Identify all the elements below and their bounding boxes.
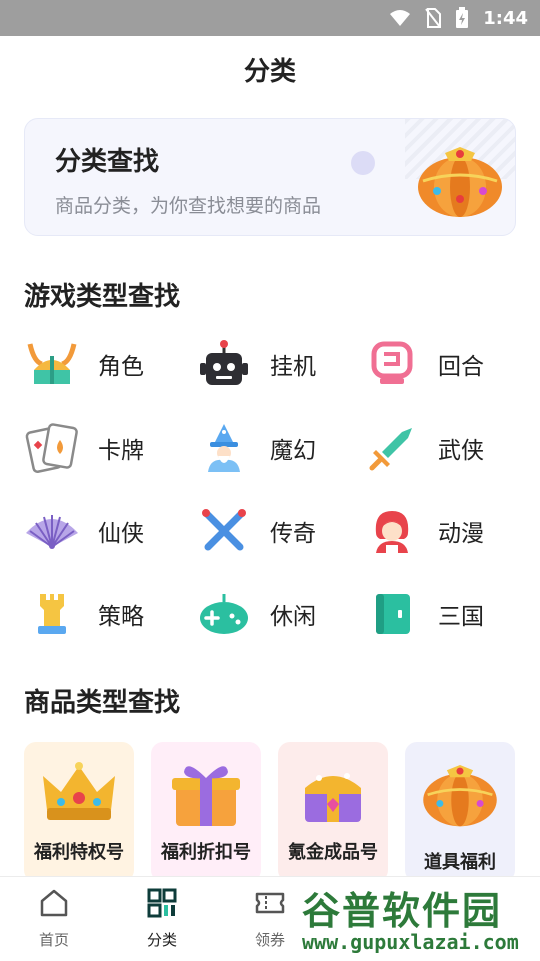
- viking-helmet-icon: [27, 343, 77, 384]
- status-time: 1:44: [483, 7, 528, 29]
- tab-label: 首页: [38, 931, 69, 949]
- watermark-title: 谷普软件园: [302, 889, 503, 933]
- turn-box-icon: [371, 341, 413, 384]
- game-type-item[interactable]: 仙侠: [24, 501, 184, 561]
- game-type-label: 角色: [98, 354, 144, 380]
- banner-title: 分类查找: [55, 147, 160, 177]
- game-type-label: 休闲: [270, 604, 316, 630]
- goods-type-label: 福利特权号: [34, 842, 124, 863]
- goods-type-card[interactable]: 福利特权号: [24, 742, 134, 882]
- anime-girl-icon: [375, 511, 409, 553]
- game-type-item[interactable]: 角色: [24, 334, 184, 394]
- goods-type-card[interactable]: 氪金成品号: [278, 742, 388, 882]
- pumpkin-icon: [418, 147, 502, 217]
- game-type-item[interactable]: 三国: [364, 584, 524, 644]
- coupon-icon: [255, 892, 285, 914]
- gamepad-icon: [200, 594, 248, 634]
- banner-subtitle: 商品分类，为你查找想要的商品: [55, 195, 322, 217]
- game-type-label: 挂机: [270, 354, 316, 380]
- tab-label: 分类: [146, 931, 177, 949]
- game-type-label: 回合: [438, 354, 484, 380]
- sword-icon: [369, 428, 412, 471]
- crown-icon: [43, 762, 115, 820]
- game-type-item[interactable]: 传奇: [196, 501, 356, 561]
- game-type-label: 魔幻: [270, 438, 316, 464]
- robot-icon: [200, 340, 248, 385]
- pumpkin-icon: [423, 765, 497, 827]
- game-type-label: 三国: [438, 604, 484, 630]
- game-type-item[interactable]: 休闲: [196, 584, 356, 644]
- no-sim-icon: [425, 8, 442, 28]
- status-bar: 1:44: [0, 0, 540, 36]
- game-type-item[interactable]: 卡牌: [24, 418, 184, 478]
- game-type-label: 传奇: [270, 521, 316, 547]
- tab-home[interactable]: 首页: [0, 877, 108, 961]
- banner-dot-decoration: [351, 151, 375, 175]
- game-type-label: 策略: [98, 604, 144, 630]
- goods-type-card[interactable]: 道具福利: [405, 742, 515, 882]
- goods-type-label: 氪金成品号: [288, 842, 378, 863]
- home-icon: [40, 889, 68, 917]
- folding-fan-icon: [26, 515, 78, 549]
- crossed-swords-icon: [202, 509, 246, 551]
- page-title: 分类: [243, 56, 296, 87]
- game-type-item[interactable]: 挂机: [196, 334, 356, 394]
- game-type-item[interactable]: 武侠: [364, 418, 524, 478]
- goods-type-cards: 福利特权号 福利折扣号 氪金成品号 道具福利: [24, 742, 524, 882]
- goods-type-label: 福利折扣号: [161, 842, 251, 863]
- wifi-icon: [390, 10, 411, 26]
- game-type-label: 卡牌: [98, 438, 144, 464]
- watermark-url: www.gupuxlazai.com: [302, 930, 519, 954]
- book-icon: [376, 594, 410, 634]
- goods-type-section-title: 商品类型查找: [24, 688, 181, 718]
- game-type-item[interactable]: 魔幻: [196, 418, 356, 478]
- treasure-chest-icon: [305, 773, 361, 822]
- gift-box-icon: [172, 766, 240, 826]
- battery-charging-icon: [456, 7, 469, 28]
- goods-type-label: 道具福利: [424, 852, 496, 873]
- game-type-item[interactable]: 策略: [24, 584, 184, 644]
- game-type-label: 仙侠: [98, 521, 144, 547]
- category-search-banner[interactable]: 分类查找 商品分类，为你查找想要的商品: [24, 118, 516, 236]
- game-type-item[interactable]: 回合: [364, 334, 524, 394]
- category-icon: [147, 888, 177, 918]
- playing-cards-icon: [25, 423, 78, 473]
- goods-type-card[interactable]: 福利折扣号: [151, 742, 261, 882]
- game-type-item[interactable]: 动漫: [364, 501, 524, 561]
- tab-category[interactable]: 分类: [108, 877, 216, 961]
- page-header: 分类: [0, 36, 540, 102]
- game-type-label: 动漫: [438, 521, 484, 547]
- game-type-label: 武侠: [438, 438, 484, 464]
- chess-rook-icon: [38, 594, 66, 634]
- watermark: 谷普软件园 www.gupuxlazai.com: [296, 876, 540, 960]
- wizard-icon: [208, 424, 240, 472]
- game-type-section-title: 游戏类型查找: [24, 282, 181, 312]
